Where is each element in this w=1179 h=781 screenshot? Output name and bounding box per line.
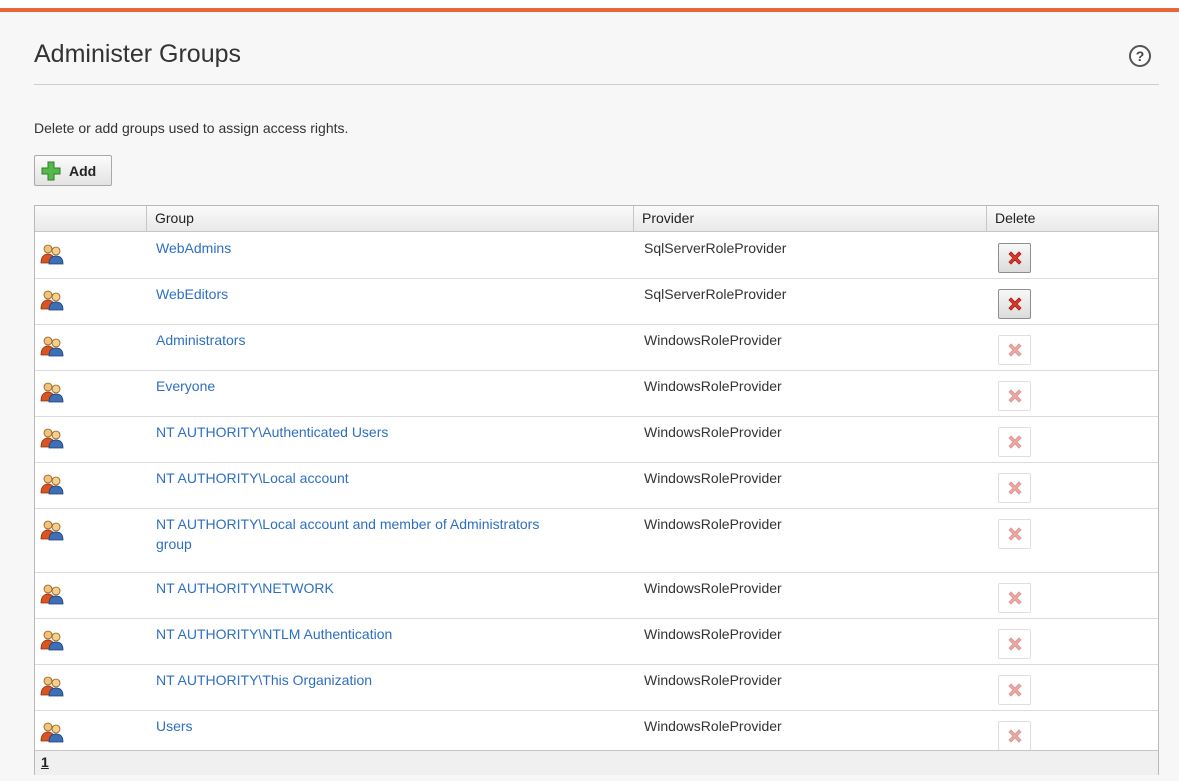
groups-table: Group Provider Delete WebAdmins SqlServer… (34, 205, 1159, 775)
delete-x-icon (1006, 387, 1024, 405)
group-icon (40, 243, 64, 265)
group-icon (40, 583, 64, 605)
delete-x-icon (1006, 525, 1024, 543)
provider-cell: WindowsRoleProvider (644, 516, 782, 532)
delete-button (998, 335, 1031, 365)
table-row: Users WindowsRoleProvider (35, 710, 1158, 751)
group-icon (40, 675, 64, 697)
table-row: NT AUTHORITY\Local account and member of… (35, 508, 1158, 573)
delete-button[interactable] (998, 289, 1031, 319)
header-provider[interactable]: Provider (633, 206, 986, 231)
provider-cell: WindowsRoleProvider (644, 424, 782, 440)
delete-button (998, 427, 1031, 457)
group-icon (40, 629, 64, 651)
group-icon (40, 473, 64, 495)
group-icon (40, 427, 64, 449)
group-name-link[interactable]: NT AUTHORITY\Local account (156, 468, 576, 488)
table-row: NT AUTHORITY\This Organization WindowsRol… (35, 664, 1158, 711)
provider-cell: WindowsRoleProvider (644, 378, 782, 394)
group-name-link[interactable]: WebEditors (156, 284, 576, 304)
header-icon-column (35, 206, 146, 231)
group-name-link[interactable]: NT AUTHORITY\Authenticated Users (156, 422, 576, 442)
group-icon (40, 381, 64, 403)
provider-cell: WindowsRoleProvider (644, 718, 782, 734)
delete-button (998, 519, 1031, 549)
add-button-label: Add (69, 162, 97, 179)
group-name-link[interactable]: NT AUTHORITY\NETWORK (156, 578, 576, 598)
provider-cell: SqlServerRoleProvider (644, 240, 787, 256)
delete-button (998, 473, 1031, 503)
add-button[interactable]: Add (34, 155, 112, 186)
title-divider (34, 84, 1159, 85)
delete-x-icon (1006, 681, 1024, 699)
group-name-link[interactable]: Users (156, 716, 576, 736)
provider-cell: WindowsRoleProvider (644, 672, 782, 688)
group-name-link[interactable]: Administrators (156, 330, 576, 350)
table-row: NT AUTHORITY\NTLM Authentication WindowsR… (35, 618, 1158, 665)
group-name-link[interactable]: Everyone (156, 376, 576, 396)
delete-x-icon (1006, 635, 1024, 653)
group-icon (40, 289, 64, 311)
svg-text:?: ? (1136, 48, 1145, 64)
delete-x-icon (1006, 433, 1024, 451)
table-header: Group Provider Delete (35, 206, 1158, 232)
table-row: Administrators WindowsRoleProvider (35, 324, 1158, 371)
top-bar (0, 0, 1179, 12)
group-name-link[interactable]: NT AUTHORITY\Local account and member of… (156, 514, 576, 554)
provider-cell: SqlServerRoleProvider (644, 286, 787, 302)
delete-button (998, 381, 1031, 411)
group-name-link[interactable]: WebAdmins (156, 238, 576, 258)
page-description: Delete or add groups used to assign acce… (34, 120, 349, 136)
table-row: NT AUTHORITY\Local account WindowsRolePro… (35, 462, 1158, 509)
page-link-1[interactable]: 1 (41, 754, 49, 770)
provider-cell: WindowsRoleProvider (644, 580, 782, 596)
delete-button (998, 583, 1031, 613)
provider-cell: WindowsRoleProvider (644, 470, 782, 486)
header-group[interactable]: Group (146, 206, 633, 231)
group-icon (40, 519, 64, 541)
plus-icon (41, 161, 61, 180)
delete-x-icon (1006, 727, 1024, 745)
group-icon (40, 335, 64, 357)
provider-cell: WindowsRoleProvider (644, 332, 782, 348)
delete-button[interactable] (998, 243, 1031, 273)
delete-button (998, 629, 1031, 659)
table-row: Everyone WindowsRoleProvider (35, 370, 1158, 417)
group-name-link[interactable]: NT AUTHORITY\This Organization (156, 670, 576, 690)
delete-button (998, 721, 1031, 751)
table-row: NT AUTHORITY\NETWORK WindowsRoleProvider (35, 572, 1158, 619)
help-icon[interactable]: ? (1128, 44, 1152, 68)
table-row: WebAdmins SqlServerRoleProvider (35, 232, 1158, 279)
page-title: Administer Groups (34, 40, 242, 68)
delete-x-icon (1006, 295, 1024, 313)
group-icon (40, 721, 64, 743)
table-row: WebEditors SqlServerRoleProvider (35, 278, 1158, 325)
delete-button (998, 675, 1031, 705)
delete-x-icon (1006, 341, 1024, 359)
header-delete: Delete (986, 206, 1158, 231)
delete-x-icon (1006, 589, 1024, 607)
table-row: NT AUTHORITY\Authenticated Users WindowsR… (35, 416, 1158, 463)
pager: 1 (35, 750, 1158, 775)
provider-cell: WindowsRoleProvider (644, 626, 782, 642)
delete-x-icon (1006, 249, 1024, 267)
delete-x-icon (1006, 479, 1024, 497)
accent-stripe (0, 8, 1179, 12)
group-name-link[interactable]: NT AUTHORITY\NTLM Authentication (156, 624, 576, 644)
